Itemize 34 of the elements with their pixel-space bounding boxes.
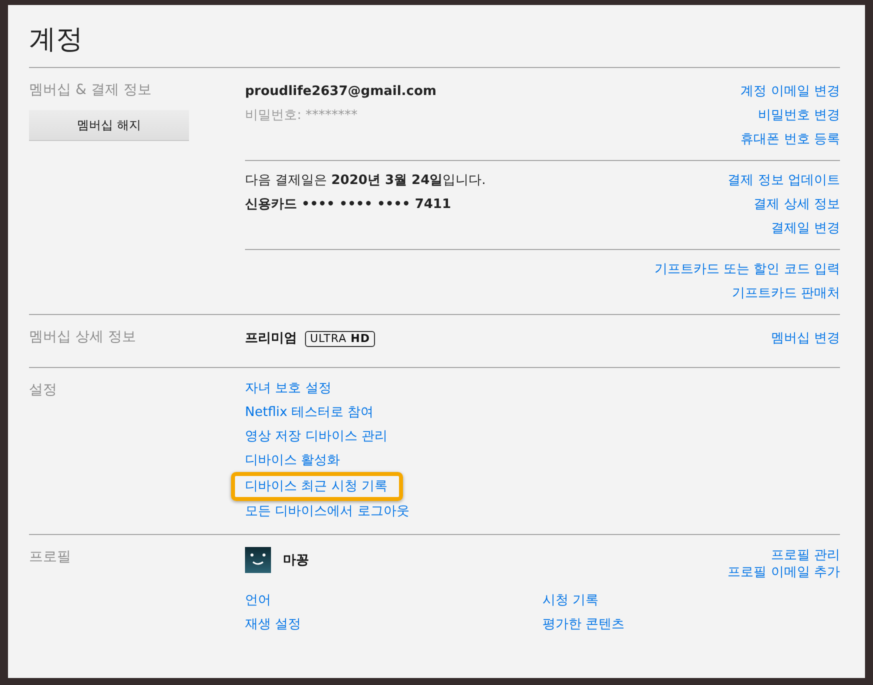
action-link[interactable]: 멤버십 변경 — [770, 327, 840, 351]
profile-option-link[interactable]: 재생 설정 — [245, 617, 302, 632]
profile-option-link[interactable]: 언어 — [245, 593, 271, 608]
section-label: 설정 — [29, 381, 58, 400]
info-text: 비밀번호: ******** — [245, 107, 359, 125]
settings-link[interactable]: Netflix 테스터로 참여 — [243, 401, 376, 425]
settings-link[interactable]: 디바이스 활성화 — [243, 449, 342, 473]
action-link[interactable]: 결제 정보 업데이트 — [728, 169, 840, 193]
profile-name: 마꽁 — [283, 552, 309, 569]
profile-option-link[interactable]: 평가한 콘텐츠 — [542, 617, 625, 632]
action-link[interactable]: 기프트카드 또는 할인 코드 입력 — [654, 258, 840, 282]
settings-link[interactable]: 자녀 보호 설정 — [243, 377, 334, 401]
settings-link[interactable]: 모든 디바이스에서 로그아웃 — [243, 500, 412, 524]
info-text: 신용카드 •••• •••• •••• 7411 — [245, 196, 452, 214]
settings-link[interactable]: 영상 저장 디바이스 관리 — [243, 425, 390, 449]
action-link[interactable]: 결제일 변경 — [770, 217, 840, 241]
section-label: 멤버십 상세 정보 — [29, 328, 137, 347]
action-link[interactable]: 프로필 관리 — [770, 547, 840, 564]
cancel-membership-button[interactable]: 멤버십 해지 — [29, 110, 189, 141]
section-label: 프로필 — [29, 548, 72, 567]
quality-badge: ULTRA HD — [305, 331, 375, 347]
plan-name: 프리미엄 — [245, 330, 297, 348]
action-link[interactable]: 비밀번호 변경 — [758, 104, 840, 128]
action-link[interactable]: 프로필 이메일 추가 — [728, 564, 840, 581]
profile-option-link[interactable]: 시청 기록 — [542, 593, 599, 608]
action-link[interactable]: 휴대폰 번호 등록 — [740, 128, 840, 152]
highlighted-link[interactable]: 디바이스 최근 시청 기록 — [231, 472, 404, 501]
info-text: 다음 결제일은 2020년 3월 24일입니다. — [245, 172, 486, 190]
action-link[interactable]: 기프트카드 판매처 — [732, 282, 840, 306]
action-link[interactable]: 계정 이메일 변경 — [740, 80, 840, 104]
section-label: 멤버십 & 결제 정보 — [29, 81, 152, 100]
action-link[interactable]: 결제 상세 정보 — [754, 193, 840, 217]
page-title: 계정 — [29, 23, 84, 57]
info-text: proudlife2637@gmail.com — [245, 83, 436, 101]
